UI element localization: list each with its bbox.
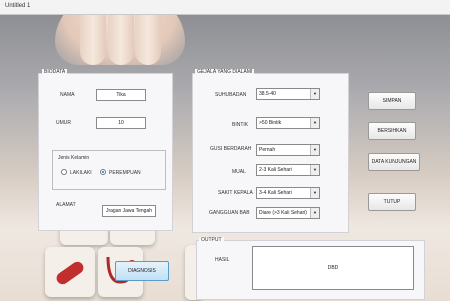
window-title: Untitled 1	[5, 3, 31, 9]
mual-label: MUAL	[232, 169, 246, 175]
sakit-kepala-label: SAKIT KEPALA	[218, 190, 253, 196]
bintik-label: BINTIK	[232, 122, 249, 128]
finger-shape	[108, 15, 134, 65]
output-title: OUTPUT	[199, 237, 224, 243]
diagnosis-button[interactable]: DIAGNOSIS	[115, 261, 169, 281]
chevron-down-icon: ▼	[310, 208, 319, 218]
alamat-label: ALAMAT	[56, 202, 76, 208]
nama-input[interactable]: Tika	[96, 89, 146, 101]
umur-label: UMUR	[56, 120, 71, 126]
app-window: Untitled 1 BIODATA NAMA Tika UMUR 10 Jen…	[0, 0, 450, 301]
sakit-kepala-select[interactable]: 3-4 Kali Sehari ▼	[256, 187, 320, 199]
chevron-down-icon: ▼	[310, 118, 319, 128]
biodata-title: BIODATA	[42, 69, 68, 75]
lakilaki-label: LAKILAKI	[70, 170, 92, 176]
gejala-title: GEJALA YANG DIALAMI	[195, 69, 255, 75]
suhu-value: 38.5-40	[259, 91, 276, 97]
bab-label: GANGGUAN BAB	[209, 210, 250, 216]
chevron-down-icon: ▼	[310, 165, 319, 175]
bintik-select[interactable]: >50 Bintik ▼	[256, 117, 320, 129]
pill-icon	[56, 261, 84, 285]
simpan-button[interactable]: SIMPAN	[368, 92, 416, 110]
suhu-label: SUHUBADAN	[215, 92, 247, 98]
title-bar: Untitled 1	[0, 0, 450, 15]
gusi-label: GUSI BERDARAH	[210, 146, 252, 152]
gusi-select[interactable]: Pernah ▼	[256, 144, 320, 156]
tutup-button[interactable]: TUTUP	[368, 193, 416, 211]
gusi-value: Pernah	[259, 147, 276, 153]
chevron-down-icon: ▼	[310, 145, 319, 155]
bintik-value: >50 Bintik	[259, 120, 282, 126]
suhu-select[interactable]: 38.5-40 ▼	[256, 88, 320, 100]
sakit-kepala-value: 3-4 Kali Sehari	[259, 190, 292, 196]
jenis-kelamin-label: Jenis Kelamin	[58, 155, 90, 161]
chevron-down-icon: ▼	[310, 89, 319, 99]
hasil-label: HASIL	[215, 257, 230, 263]
hasil-output: DBD	[252, 246, 414, 290]
umur-input[interactable]: 10	[96, 117, 146, 129]
radio-perempuan[interactable]	[100, 169, 106, 175]
finger-shape	[135, 15, 161, 65]
radio-lakilaki[interactable]	[61, 169, 67, 175]
perempuan-label: PEREMPUAN	[109, 170, 141, 176]
chevron-down-icon: ▼	[310, 188, 319, 198]
data-kunjungan-button[interactable]: DATA KUNJUNGAN	[368, 153, 420, 171]
bab-select[interactable]: Diare (>3 Kali Sehari) ▼	[256, 207, 320, 219]
medical-block-image	[45, 247, 95, 297]
mual-select[interactable]: 2-3 Kali Sehari ▼	[256, 164, 320, 176]
mual-value: 2-3 Kali Sehari	[259, 167, 292, 173]
alamat-input[interactable]: Jragan Jawa Tengah	[102, 205, 156, 217]
finger-shape	[80, 15, 106, 65]
bersihkan-button[interactable]: BERSIHKAN	[368, 122, 416, 140]
bab-value: Diare (>3 Kali Sehari)	[259, 210, 307, 216]
nama-label: NAMA	[60, 92, 75, 98]
